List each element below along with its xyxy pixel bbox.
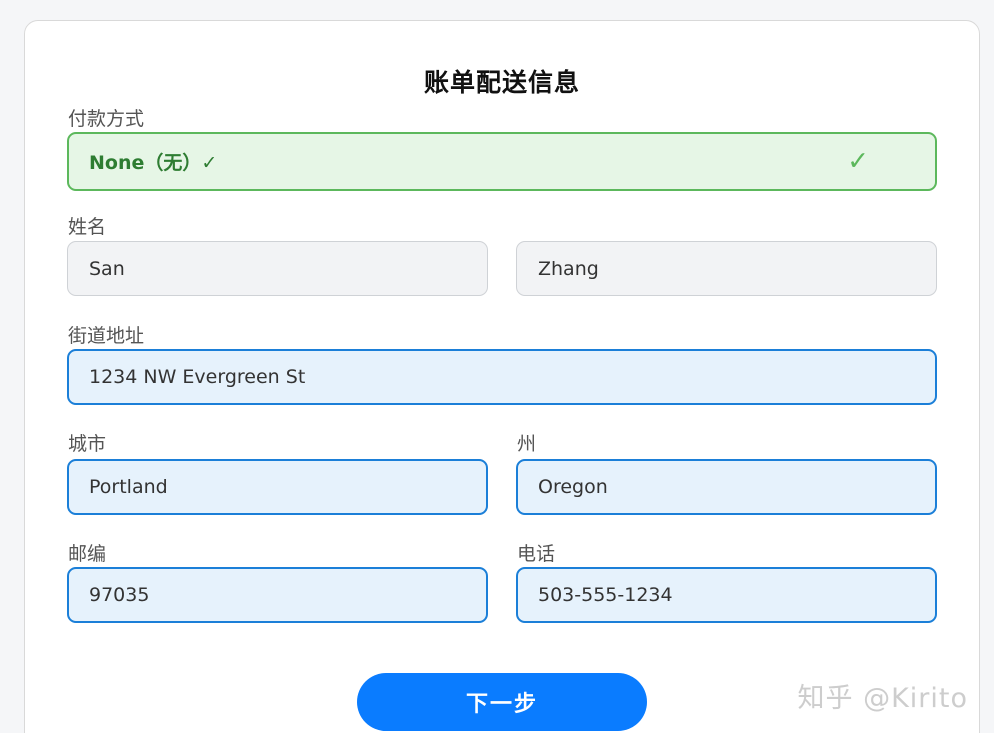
payment-method-label: 付款方式 [68, 108, 145, 130]
street-input[interactable]: 1234 NW Evergreen St [67, 349, 937, 405]
name-label: 姓名 [68, 216, 107, 238]
zip-value: 97035 [89, 584, 150, 606]
page-title: 账单配送信息 [423, 68, 580, 97]
street-value: 1234 NW Evergreen St [89, 366, 306, 388]
first-name-input[interactable]: San [67, 241, 488, 296]
zip-input[interactable]: 97035 [67, 567, 488, 623]
first-name-value: San [89, 257, 125, 280]
last-name-value: Zhang [538, 257, 599, 280]
state-label: 州 [517, 433, 537, 455]
last-name-input[interactable]: Zhang [516, 241, 937, 296]
zip-label: 邮编 [68, 543, 107, 565]
phone-value: 503-555-1234 [538, 584, 673, 606]
watermark: 知乎 @Kirito [797, 683, 968, 714]
city-value: Portland [89, 476, 168, 498]
payment-method-value: None（无）✓ [89, 152, 218, 174]
check-icon: ✓ [847, 145, 869, 176]
state-input[interactable]: Oregon [516, 459, 937, 515]
phone-label: 电话 [517, 543, 556, 565]
city-label: 城市 [68, 433, 107, 455]
phone-input[interactable]: 503-555-1234 [516, 567, 937, 623]
state-value: Oregon [538, 476, 608, 498]
street-label: 街道地址 [68, 325, 145, 347]
next-button[interactable]: 下一步 [357, 673, 647, 731]
city-input[interactable]: Portland [67, 459, 488, 515]
payment-method-select[interactable]: None（无）✓ ✓ [67, 132, 937, 191]
